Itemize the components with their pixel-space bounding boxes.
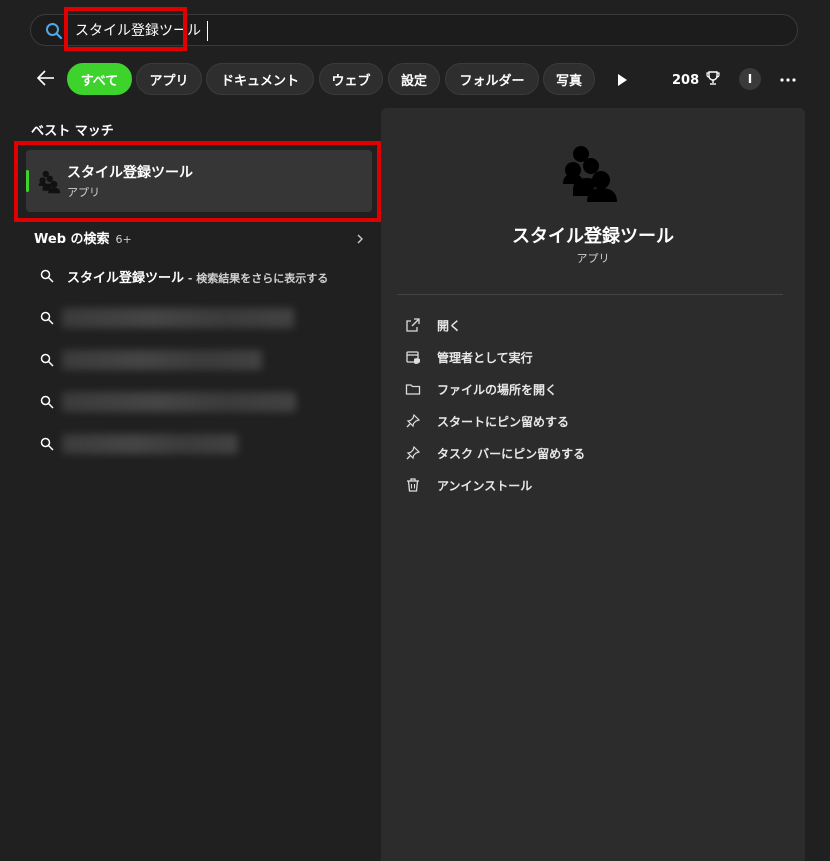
text-caret: [207, 21, 208, 41]
detail-subtitle: アプリ: [576, 252, 610, 265]
action-label: 管理者として実行: [437, 350, 533, 365]
filter-all[interactable]: すべて: [67, 63, 132, 95]
action-label: 開く: [437, 318, 462, 333]
pin-icon: [405, 445, 421, 461]
open-external-icon: [405, 317, 421, 333]
web-result-suffix: - 検索結果をさらに表示する: [184, 272, 329, 285]
search-icon: [45, 22, 63, 40]
search-window: すべて アプリ ドキュメント ウェブ 設定 フォルダー 写真 208 I: [0, 0, 830, 861]
action-label: スタートにピン留めする: [437, 414, 570, 429]
web-result-query: スタイル登録ツール: [67, 271, 185, 286]
action-run-as-admin[interactable]: 管理者として実行: [405, 345, 785, 369]
filter-web[interactable]: ウェブ: [319, 63, 383, 95]
web-result-blurred[interactable]: [26, 343, 372, 377]
web-result-blurred[interactable]: [26, 385, 372, 419]
best-match-name: スタイル登録ツール: [67, 165, 193, 181]
web-result-label: スタイル登録ツール - 検索結果をさらに表示する: [67, 267, 328, 286]
web-result-blurred[interactable]: [26, 301, 372, 335]
web-search-count: 6+: [115, 233, 132, 246]
action-label: アンインストール: [437, 478, 533, 493]
back-arrow-icon[interactable]: [34, 66, 58, 90]
action-pin-to-taskbar[interactable]: タスク バーにピン留めする: [405, 441, 785, 465]
rewards-points[interactable]: 208: [672, 70, 721, 90]
filter-folders[interactable]: フォルダー: [445, 63, 539, 95]
blurred-text: [62, 350, 262, 370]
blurred-text: [62, 392, 296, 412]
action-label: ファイルの場所を開く: [437, 382, 558, 397]
trash-icon: [405, 477, 421, 493]
style-tool-app-icon: [37, 170, 61, 194]
best-match-result[interactable]: スタイル登録ツール アプリ: [26, 150, 372, 212]
web-search-title: Web の検索: [34, 232, 110, 247]
search-icon: [40, 268, 54, 283]
rewards-points-value: 208: [672, 72, 700, 88]
more-options-icon[interactable]: [778, 70, 798, 90]
blurred-text: [62, 434, 238, 454]
best-match-type: アプリ: [67, 186, 100, 199]
detail-panel: スタイル登録ツール アプリ 開く 管理者として実行 ファイルの場所を開く スター…: [381, 108, 805, 861]
filter-apps[interactable]: アプリ: [136, 63, 202, 95]
selection-indicator: [26, 170, 29, 192]
filter-settings[interactable]: 設定: [388, 63, 440, 95]
action-pin-to-start[interactable]: スタートにピン留めする: [405, 409, 785, 433]
search-icon: [40, 394, 54, 409]
web-search-header[interactable]: Web の検索 6+: [34, 228, 368, 247]
chevron-right-icon: [354, 230, 366, 244]
search-icon: [40, 436, 54, 451]
detail-title: スタイル登録ツール: [512, 226, 674, 247]
divider: [397, 294, 783, 295]
blurred-text: [62, 308, 294, 328]
style-tool-app-icon: [559, 144, 619, 204]
filter-photos[interactable]: 写真: [543, 63, 595, 95]
search-icon: [40, 310, 54, 325]
best-match-heading: ベスト マッチ: [31, 124, 114, 139]
action-label: タスク バーにピン留めする: [437, 446, 586, 461]
action-open-file-location[interactable]: ファイルの場所を開く: [405, 377, 785, 401]
pin-icon: [405, 413, 421, 429]
filter-documents[interactable]: ドキュメント: [206, 63, 314, 95]
folder-icon: [405, 381, 421, 397]
trophy-icon: [705, 70, 721, 90]
run-as-admin-icon: [405, 349, 421, 365]
play-arrow-icon[interactable]: [612, 70, 632, 90]
search-bar[interactable]: [30, 14, 798, 46]
web-result-blurred[interactable]: [26, 427, 372, 461]
action-uninstall[interactable]: アンインストール: [405, 473, 785, 497]
user-avatar[interactable]: I: [739, 68, 761, 90]
search-input[interactable]: [75, 21, 375, 41]
search-icon: [40, 352, 54, 367]
web-result-primary[interactable]: スタイル登録ツール - 検索結果をさらに表示する: [26, 259, 372, 293]
action-open[interactable]: 開く: [405, 313, 785, 337]
